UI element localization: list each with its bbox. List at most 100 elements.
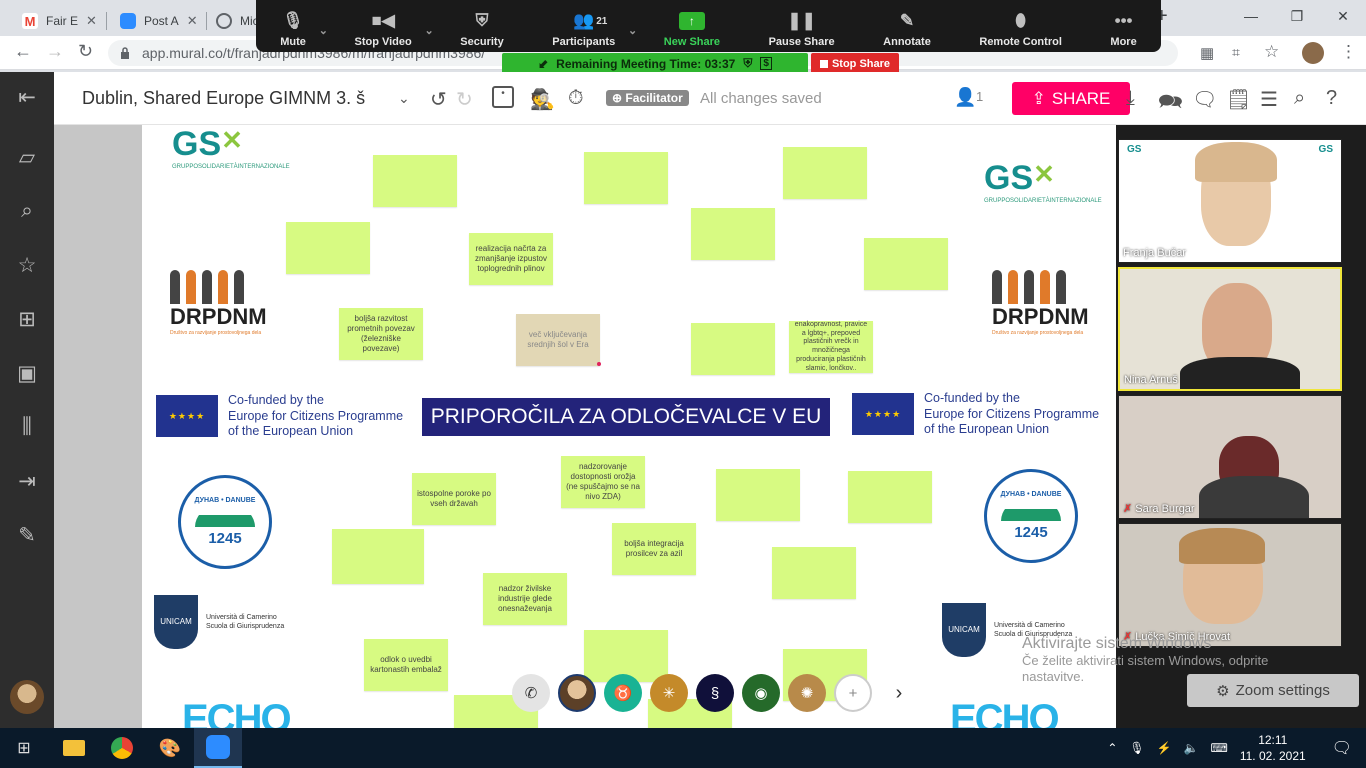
stop-share-button[interactable]: Stop Share — [811, 53, 899, 74]
annotate-button[interactable]: ✎ Annotate — [883, 10, 931, 48]
sticky-note[interactable]: enakopravnost, pravice a lgbtq+, prepove… — [789, 321, 873, 373]
chevron-up-icon[interactable]: ⌃ — [1107, 741, 1117, 755]
video-tile-active-speaker[interactable]: Nina Arnuš — [1118, 267, 1342, 391]
mural-title[interactable]: Dublin, Shared Europe GIMNM 3. š — [82, 88, 365, 109]
upload-icon[interactable]: ⇥ — [0, 466, 54, 496]
more-button[interactable]: ••• More — [1110, 10, 1136, 48]
draw-pencil-icon[interactable]: ✎ — [0, 520, 54, 550]
chevron-down-icon[interactable]: ⌄ — [398, 90, 410, 107]
private-mode-icon[interactable]: 🕵 — [530, 87, 555, 112]
seahorse-icon[interactable]: § — [696, 674, 734, 712]
library-icon[interactable]: ⫼ — [0, 412, 54, 442]
volume-icon[interactable]: 🔈 — [1184, 741, 1199, 755]
zoom-settings-button[interactable]: ⚙ Zoom settings — [1187, 674, 1359, 707]
sticky-note[interactable]: istospolne poroke po vseh državah — [412, 473, 496, 525]
redo-icon[interactable]: ↻ — [456, 87, 473, 112]
reload-icon[interactable]: ↻ — [78, 41, 93, 62]
recommendations-banner[interactable]: PRIPOROČILA ZA ODLOČEVALCE V EU — [422, 398, 830, 436]
browser-tab-micr[interactable]: Micr — [206, 6, 260, 36]
file-explorer-icon[interactable] — [50, 728, 98, 768]
comment-icon[interactable]: 🗨 — [1192, 87, 1217, 112]
bookmark-star-icon[interactable]: ☆ — [1264, 42, 1279, 62]
network-icon[interactable]: ⚡ — [1157, 741, 1172, 755]
minimize-icon[interactable]: — — [1228, 0, 1274, 32]
sticky-note[interactable] — [864, 238, 948, 290]
browser-tab-gmail[interactable]: M Fair E ✕ — [12, 6, 104, 36]
video-tile[interactable]: ✗ Sara Burgar — [1118, 395, 1342, 519]
search-icon[interactable]: ⌕ — [1294, 87, 1305, 110]
share-button[interactable]: ⇪ SHARE — [1012, 82, 1130, 115]
fish-icon[interactable]: ✺ — [788, 674, 826, 712]
star-icon[interactable]: ☆ — [0, 250, 54, 280]
phone-icon[interactable]: ✆ — [512, 674, 550, 712]
close-icon[interactable]: ✕ — [187, 13, 198, 29]
add-collaborator-icon[interactable]: + — [834, 674, 872, 712]
bull-icon[interactable]: ♉ — [604, 674, 642, 712]
shapes-icon[interactable]: ⌕ — [0, 196, 54, 226]
participants-button[interactable]: 👥 21 Participants ⌄ — [552, 10, 637, 48]
notifications-icon[interactable]: 🗨 — [1332, 738, 1352, 758]
sticky-note[interactable]: nadzor živilske industrije glede onesnaž… — [483, 573, 567, 625]
back-arrow-icon[interactable]: ← — [14, 41, 32, 62]
forward-arrow-icon[interactable]: → — [46, 41, 64, 62]
user-avatar[interactable] — [10, 680, 44, 714]
sticky-note[interactable]: realizacija načrta za zmanjšanje izpusto… — [469, 233, 553, 285]
profile-avatar[interactable] — [1302, 42, 1324, 64]
user-avatar[interactable] — [558, 674, 596, 712]
close-window-icon[interactable]: ✕ — [1320, 0, 1366, 32]
translate-icon[interactable]: ⌗ — [1232, 44, 1240, 61]
stop-video-button[interactable]: ■◀ Stop Video ⌄ — [354, 10, 433, 48]
mural-canvas[interactable]: GS ✕ GRUPPOSOLIDARIETÀINTERNAZIONALE DRPD… — [142, 125, 1116, 728]
chevron-down-icon[interactable]: ⌄ — [425, 24, 434, 37]
sticky-note[interactable] — [783, 147, 867, 199]
pause-share-button[interactable]: ❚❚ Pause Share — [769, 10, 835, 48]
outline-list-icon[interactable]: ☰ — [1260, 87, 1278, 112]
close-icon[interactable]: ✕ — [86, 13, 97, 29]
chevron-right-icon[interactable]: › — [880, 674, 918, 712]
chevron-down-icon[interactable]: ⌄ — [319, 24, 328, 37]
collapse-sidebar-icon[interactable]: ⇤ — [0, 82, 54, 112]
sticky-note[interactable]: več vključevanja srednjih šol v Era — [516, 314, 600, 366]
browser-menu-icon[interactable]: ⋮ — [1340, 42, 1357, 62]
sticky-note[interactable]: odlok o uvedbi kartonastih embalaž — [364, 639, 448, 691]
sticky-note[interactable] — [286, 222, 370, 274]
activity-icon[interactable]: 🗒 — [1226, 87, 1251, 112]
help-icon[interactable]: ? — [1326, 87, 1337, 110]
windows-start-icon[interactable]: ⊞ — [0, 728, 48, 768]
language-icon[interactable]: ⌨ — [1211, 741, 1228, 755]
qr-icon[interactable]: ▦ — [1200, 44, 1214, 62]
sticky-note[interactable] — [848, 471, 932, 523]
download-icon[interactable]: ⤓ — [1126, 87, 1135, 110]
sticky-note[interactable] — [691, 323, 775, 375]
restore-icon[interactable]: ❐ — [1274, 0, 1320, 32]
sticky-note[interactable]: nadzorovanje dostopnosti orožja (ne spuš… — [561, 456, 645, 508]
new-share-button[interactable]: ↑ New Share — [664, 10, 720, 48]
paint-icon[interactable]: 🎨 — [146, 728, 194, 768]
sticky-note[interactable]: boljša razvitost prometnih povezav (žele… — [339, 308, 423, 360]
chevron-down-icon[interactable]: ⌄ — [628, 24, 637, 37]
frameworks-icon[interactable]: ⊞ — [0, 304, 54, 334]
sticky-note[interactable] — [691, 208, 775, 260]
video-tile[interactable]: ✗ Lučka Simič Hrovat — [1118, 523, 1342, 647]
chrome-icon[interactable] — [98, 728, 146, 768]
outline-icon[interactable]: • — [492, 86, 514, 108]
owl-icon[interactable]: ◉ — [742, 674, 780, 712]
sticky-note[interactable] — [584, 152, 668, 204]
browser-tab-zoom[interactable]: Post A ✕ — [110, 6, 206, 36]
undo-icon[interactable]: ↺ — [430, 87, 447, 112]
spider-icon[interactable]: ✳ — [650, 674, 688, 712]
clock[interactable]: 12:11 11. 02. 2021 — [1240, 732, 1306, 764]
mute-button[interactable]: 🎙 Mute ⌄ — [280, 10, 328, 48]
video-tile[interactable]: GS GS Franja Bučar — [1118, 139, 1342, 263]
sticky-note-icon[interactable]: ▱ — [0, 142, 54, 172]
sticky-note[interactable] — [772, 547, 856, 599]
sticky-note[interactable] — [716, 469, 800, 521]
collapse-icon[interactable]: ⬋ — [538, 57, 548, 71]
remote-control-button[interactable]: ⬮ Remote Control — [979, 10, 1062, 48]
sticky-note[interactable] — [332, 529, 424, 584]
zoom-taskbar-icon[interactable] — [194, 728, 242, 768]
security-button[interactable]: ⛨ Security — [460, 10, 503, 48]
chat-icon[interactable]: 🗪 — [1158, 87, 1183, 121]
microphone-icon[interactable]: 🎙 — [1129, 741, 1144, 755]
sticky-note[interactable]: boljša integracija prosilcev za azil — [612, 523, 696, 575]
